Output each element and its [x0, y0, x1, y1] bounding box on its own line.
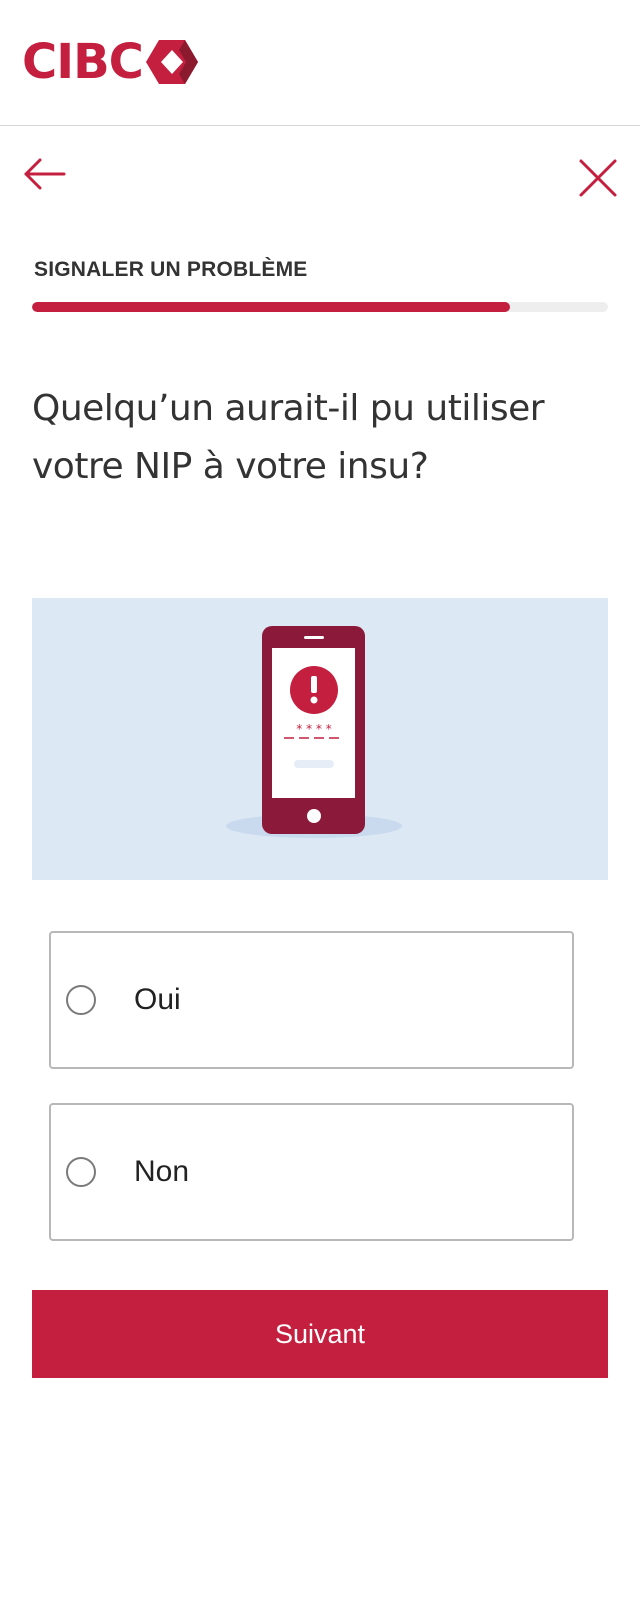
app-header: CIBC	[0, 0, 640, 126]
phone-alert-icon: * * * *	[226, 626, 402, 838]
question-heading: Quelqu’un aurait-il pu utiliser votre NI…	[32, 388, 545, 487]
option-non[interactable]: Non	[49, 1103, 574, 1241]
progress-bar	[32, 302, 608, 312]
logo-text: CIBC	[22, 34, 144, 90]
radio-non[interactable]	[66, 1157, 96, 1187]
option-non-label: Non	[134, 1155, 190, 1188]
cibc-diamond-icon	[145, 40, 198, 84]
option-oui-label: Oui	[134, 983, 181, 1016]
svg-text:* * * *: * * * *	[296, 722, 331, 736]
illustration-panel: * * * *	[32, 598, 608, 880]
progress-fill	[32, 302, 511, 312]
next-button[interactable]: Suivant	[32, 1290, 608, 1378]
back-button[interactable]	[22, 154, 68, 194]
arrow-left-icon	[24, 158, 66, 190]
section-title: SIGNALER UN PROBLÈME	[34, 258, 308, 281]
close-button[interactable]	[576, 156, 620, 200]
radio-oui[interactable]	[66, 985, 96, 1015]
cibc-logo[interactable]: CIBC	[22, 36, 199, 88]
option-oui[interactable]: Oui	[49, 931, 574, 1069]
close-icon	[579, 159, 617, 197]
